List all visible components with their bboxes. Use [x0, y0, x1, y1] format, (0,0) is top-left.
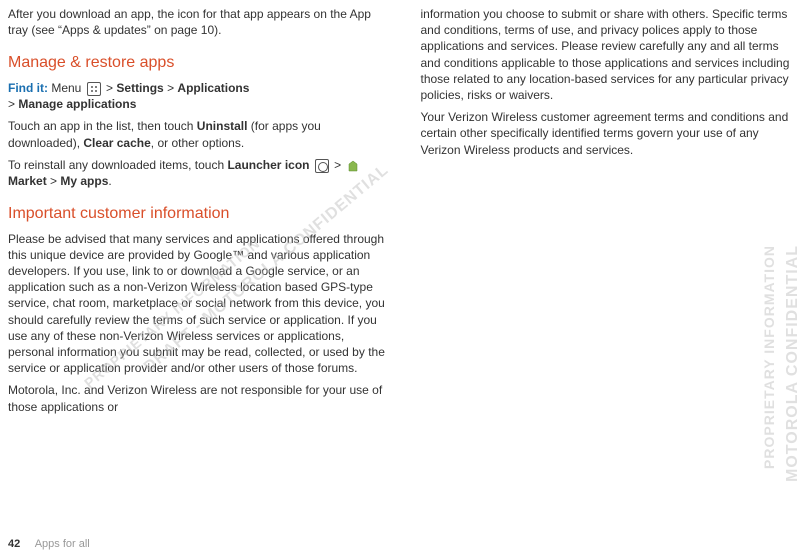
manage-heading: Manage & restore apps — [8, 52, 389, 74]
gt3: > — [8, 97, 18, 111]
right-p2: Your Verizon Wireless customer agreement… — [421, 109, 802, 158]
find-it-label: Find it: — [8, 81, 48, 95]
gt5: > — [50, 174, 60, 188]
footer-section: Apps for all — [35, 538, 90, 550]
touch-app-text: Touch an app in the list, then touch Uni… — [8, 118, 389, 150]
touch-pre: Touch an app in the list, then touch — [8, 119, 197, 133]
intro-text: After you download an app, the icon for … — [8, 6, 389, 38]
touch-post: , or other options. — [151, 136, 244, 150]
advice-text: Please be advised that many services and… — [8, 231, 389, 377]
settings-label: Settings — [116, 81, 163, 95]
period: . — [108, 174, 111, 188]
left-column: After you download an app, the icon for … — [8, 0, 389, 421]
moto-text: Motorola, Inc. and Verizon Wireless are … — [8, 382, 389, 414]
menu-word: Menu — [51, 81, 81, 95]
market-icon — [347, 160, 359, 172]
my-apps-label: My apps — [60, 174, 108, 188]
important-heading: Important customer information — [8, 203, 389, 225]
footer: 42 Apps for all — [8, 538, 90, 550]
gt1: > — [106, 81, 116, 95]
gt2: > — [167, 81, 177, 95]
find-it-line: Find it: Menu > Settings > Applications … — [8, 80, 389, 112]
page-number: 42 — [8, 538, 20, 550]
manage-applications-label: Manage applications — [18, 97, 136, 111]
uninstall-label: Uninstall — [197, 119, 248, 133]
applications-label: Applications — [177, 81, 249, 95]
reinstall-text: To reinstall any downloaded items, touch… — [8, 157, 389, 189]
reinstall-pre: To reinstall any downloaded items, touch — [8, 158, 227, 172]
right-column: information you choose to submit or shar… — [421, 0, 802, 421]
clear-cache-label: Clear cache — [83, 136, 150, 150]
launcher-icon — [315, 159, 329, 173]
gt4: > — [334, 158, 344, 172]
launcher-icon-label: Launcher icon — [227, 158, 309, 172]
menu-icon — [87, 82, 101, 96]
right-p1: information you choose to submit or shar… — [421, 6, 802, 103]
market-label: Market — [8, 174, 47, 188]
